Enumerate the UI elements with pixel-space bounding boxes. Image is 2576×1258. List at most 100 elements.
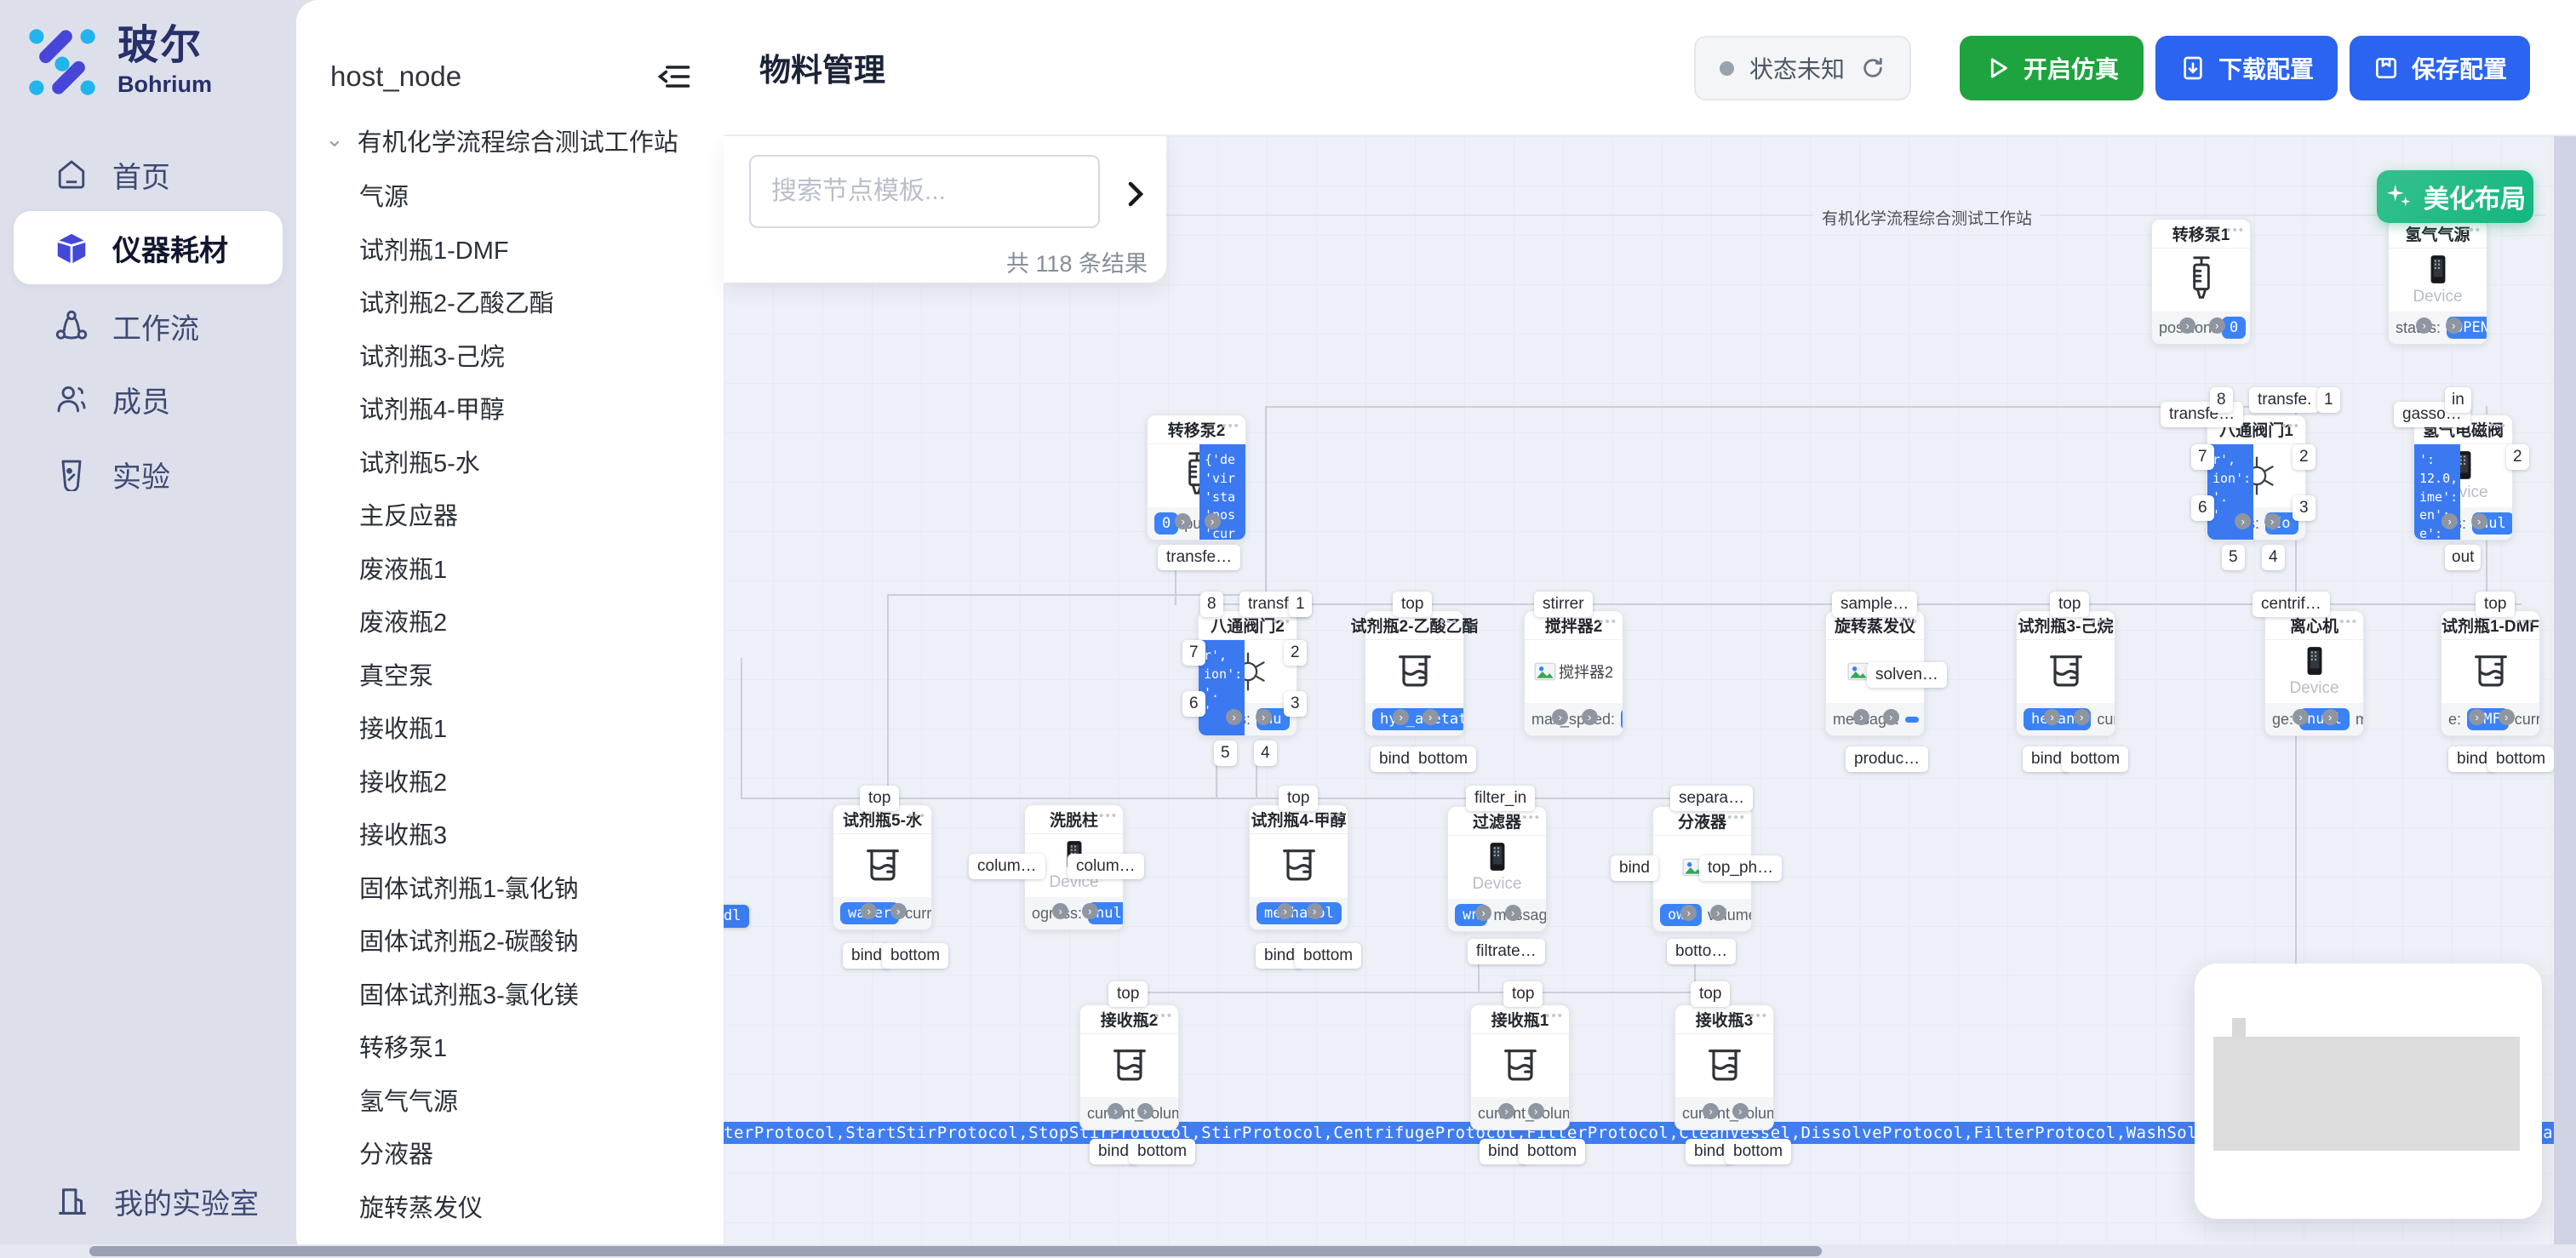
edge-label-chip[interactable]: bottom bbox=[2487, 746, 2554, 772]
canvas-node[interactable]: 八通阀门2•••status:nur',ion':'.'›› bbox=[1198, 610, 1297, 736]
edge-label-chip[interactable]: filtrate… bbox=[1468, 939, 1545, 964]
edge-label-chip[interactable]: transfe. bbox=[2249, 387, 2320, 413]
connector-dot-icon[interactable]: › bbox=[1528, 1103, 1544, 1119]
canvas-node[interactable]: 搅拌器2•••搅拌器2max_speed:2000›› bbox=[1524, 610, 1623, 736]
node-more-icon[interactable]: ••• bbox=[1154, 1009, 1173, 1023]
tree-item[interactable]: 转移泵1 bbox=[359, 1020, 715, 1073]
connector-dot-icon[interactable]: › bbox=[890, 903, 907, 919]
edge-label-chip[interactable]: bottom bbox=[1295, 943, 1361, 969]
search-input[interactable] bbox=[749, 155, 1100, 228]
connector-dot-icon[interactable]: › bbox=[1082, 903, 1098, 919]
edge-label-chip[interactable]: top bbox=[1691, 981, 1730, 1007]
edge-label-chip[interactable]: top bbox=[1393, 592, 1432, 617]
port-chip[interactable]: 2 bbox=[2293, 444, 2316, 470]
canvas-node[interactable]: 离心机•••Devicege:nullma›› bbox=[2264, 610, 2364, 736]
chevron-right-icon[interactable] bbox=[1120, 179, 1151, 209]
status-pill[interactable]: 状态未知 bbox=[1694, 36, 1911, 100]
tree-item[interactable]: 主反应器 bbox=[359, 488, 715, 541]
port-chip[interactable]: 4 bbox=[1254, 741, 1277, 766]
node-more-icon[interactable]: ••• bbox=[1599, 615, 1617, 629]
port-chip[interactable]: 1 bbox=[1289, 592, 1312, 617]
edge-label-chip[interactable]: colum… bbox=[1068, 854, 1144, 879]
edge-label-chip[interactable]: top bbox=[1279, 786, 1318, 811]
canvas-node[interactable]: 接收瓶1•••current_volume:0›› bbox=[1470, 1004, 1570, 1130]
node-more-icon[interactable]: ••• bbox=[1749, 1009, 1768, 1023]
sidebar-item-experiments[interactable]: 实验 bbox=[14, 437, 283, 511]
node-more-icon[interactable]: ••• bbox=[2488, 419, 2507, 433]
port-chip[interactable]: 6 bbox=[2191, 495, 2214, 521]
tree-item[interactable]: 试剂瓶4-甲醇 bbox=[359, 381, 715, 435]
tree-item[interactable]: 废液瓶2 bbox=[359, 594, 715, 648]
tree-item[interactable]: 试剂瓶2-乙酸乙酯 bbox=[359, 275, 715, 329]
edge-label-chip[interactable]: separa… bbox=[1670, 786, 1753, 811]
connector-dot-icon[interactable]: › bbox=[2264, 513, 2281, 529]
edge-label-chip[interactable]: colum… bbox=[969, 854, 1045, 879]
edge-label-chip[interactable]: top bbox=[2476, 592, 2515, 617]
port-chip[interactable]: out bbox=[2445, 545, 2481, 570]
port-chip[interactable]: 2 bbox=[1284, 640, 1307, 666]
edge-label-chip[interactable]: solven… bbox=[1867, 662, 1947, 688]
tree-item[interactable]: 试剂瓶3-己烷 bbox=[359, 329, 715, 382]
canvas-node[interactable]: 转移泵1•••position:0pump›› bbox=[2151, 219, 2251, 345]
sidebar-item-members[interactable]: 成员 bbox=[14, 363, 283, 436]
canvas-node[interactable]: 过滤器•••Devicewnmessage:ma›› bbox=[1447, 806, 1547, 932]
tree-item[interactable]: 真空泵 bbox=[359, 648, 715, 701]
connector-dot-icon[interactable]: › bbox=[1732, 1103, 1749, 1119]
save-config-button[interactable]: 保存配置 bbox=[2350, 36, 2530, 100]
edge-label-chip[interactable]: bottom bbox=[1725, 1139, 1791, 1164]
port-chip[interactable]: 1 bbox=[2317, 387, 2340, 413]
tree-item[interactable]: 接收瓶2 bbox=[359, 754, 715, 808]
canvas-node[interactable]: 试剂瓶4-甲醇•••methanolcurrent›› bbox=[1249, 804, 1348, 930]
tree-item[interactable]: 旋转蒸发仪 bbox=[359, 1180, 715, 1233]
edge-label-chip[interactable]: top_ph… bbox=[1699, 855, 1782, 881]
connector-dot-icon[interactable]: › bbox=[1423, 709, 1439, 725]
canvas-node[interactable]: 氢气电磁阀•••Devicestatus:nul':12.0,ime':en':… bbox=[2413, 415, 2513, 540]
canvas-node[interactable]: 八通阀门1•••status:Ior',ion':'.'›› bbox=[2207, 415, 2306, 540]
node-more-icon[interactable]: ••• bbox=[2339, 615, 2358, 629]
node-more-icon[interactable]: ••• bbox=[2091, 615, 2109, 629]
edge-label-chip[interactable]: top bbox=[1108, 981, 1148, 1007]
port-chip[interactable]: 7 bbox=[2191, 444, 2214, 470]
value-chip[interactable]: dl bbox=[724, 905, 749, 928]
edge-label-chip[interactable]: bottom bbox=[1129, 1139, 1195, 1164]
node-more-icon[interactable]: ••• bbox=[1099, 809, 1118, 823]
canvas-node[interactable]: 接收瓶3•••current_volume:0›› bbox=[1674, 1004, 1774, 1130]
connector-dot-icon[interactable]: › bbox=[1710, 905, 1726, 921]
edge-label-chip[interactable]: bottom bbox=[1410, 746, 1476, 772]
connector-dot-icon[interactable]: › bbox=[2209, 317, 2225, 334]
tree-item[interactable]: 试剂瓶1-DMF bbox=[359, 222, 715, 276]
tree-item[interactable]: 分液器 bbox=[359, 1126, 715, 1180]
connector-dot-icon[interactable]: › bbox=[1256, 709, 1272, 725]
edge-label-chip[interactable]: bottom bbox=[1519, 1139, 1585, 1164]
port-chip[interactable]: 3 bbox=[1284, 691, 1307, 717]
sidebar-item-home[interactable]: 首页 bbox=[14, 138, 283, 211]
edge-label-chip[interactable]: botto… bbox=[1667, 939, 1736, 964]
port-chip[interactable]: 8 bbox=[1200, 592, 1223, 617]
node-more-icon[interactable]: ••• bbox=[1727, 810, 1746, 825]
tree-item[interactable]: 接收瓶1 bbox=[359, 700, 715, 754]
edge-label-chip[interactable]: sample… bbox=[1832, 592, 1917, 617]
edge-label-chip[interactable]: bind bbox=[1611, 855, 1658, 881]
canvas-node[interactable]: 试剂瓶5-水•••watercurrent_v›› bbox=[833, 804, 932, 930]
node-more-icon[interactable]: ••• bbox=[2281, 419, 2300, 433]
node-more-icon[interactable]: ••• bbox=[2516, 615, 2534, 629]
connector-dot-icon[interactable]: › bbox=[2322, 709, 2338, 725]
connector-dot-icon[interactable]: › bbox=[1505, 905, 1521, 921]
tree-item[interactable]: 接收瓶3 bbox=[359, 807, 715, 861]
beautify-layout-button[interactable]: 美化布局 bbox=[2377, 170, 2533, 223]
sidebar-item-instruments[interactable]: 仪器耗材 bbox=[14, 211, 283, 284]
tree-item[interactable]: 气源 bbox=[359, 169, 715, 222]
tree-item[interactable]: 废液瓶1 bbox=[359, 541, 715, 595]
node-more-icon[interactable]: ••• bbox=[1324, 809, 1342, 823]
canvas-node[interactable]: 试剂瓶1-DMF•••e:DMFcurrent_vol›› bbox=[2441, 610, 2540, 736]
edge-label-chip[interactable]: stirrer bbox=[1534, 592, 1593, 617]
horizontal-scrollbar[interactable] bbox=[0, 1244, 2576, 1258]
node-more-icon[interactable]: ••• bbox=[907, 809, 926, 823]
canvas-node[interactable]: 氢气气源•••Devicestatus:OPEN›› bbox=[2388, 219, 2487, 345]
port-chip[interactable]: 3 bbox=[2293, 495, 2316, 521]
edge-label-chip[interactable]: bottom bbox=[2062, 746, 2128, 772]
canvas-node[interactable]: 转移泵2•••0pump_info:{'de'vir'sta'pos'cur'm… bbox=[1147, 415, 1246, 540]
edge-label-chip[interactable]: transfe… bbox=[1158, 545, 1240, 570]
canvas-node[interactable]: 接收瓶2•••current_volume:0›› bbox=[1079, 1004, 1179, 1130]
sidebar-item-workflow[interactable]: 工作流 bbox=[14, 289, 283, 363]
